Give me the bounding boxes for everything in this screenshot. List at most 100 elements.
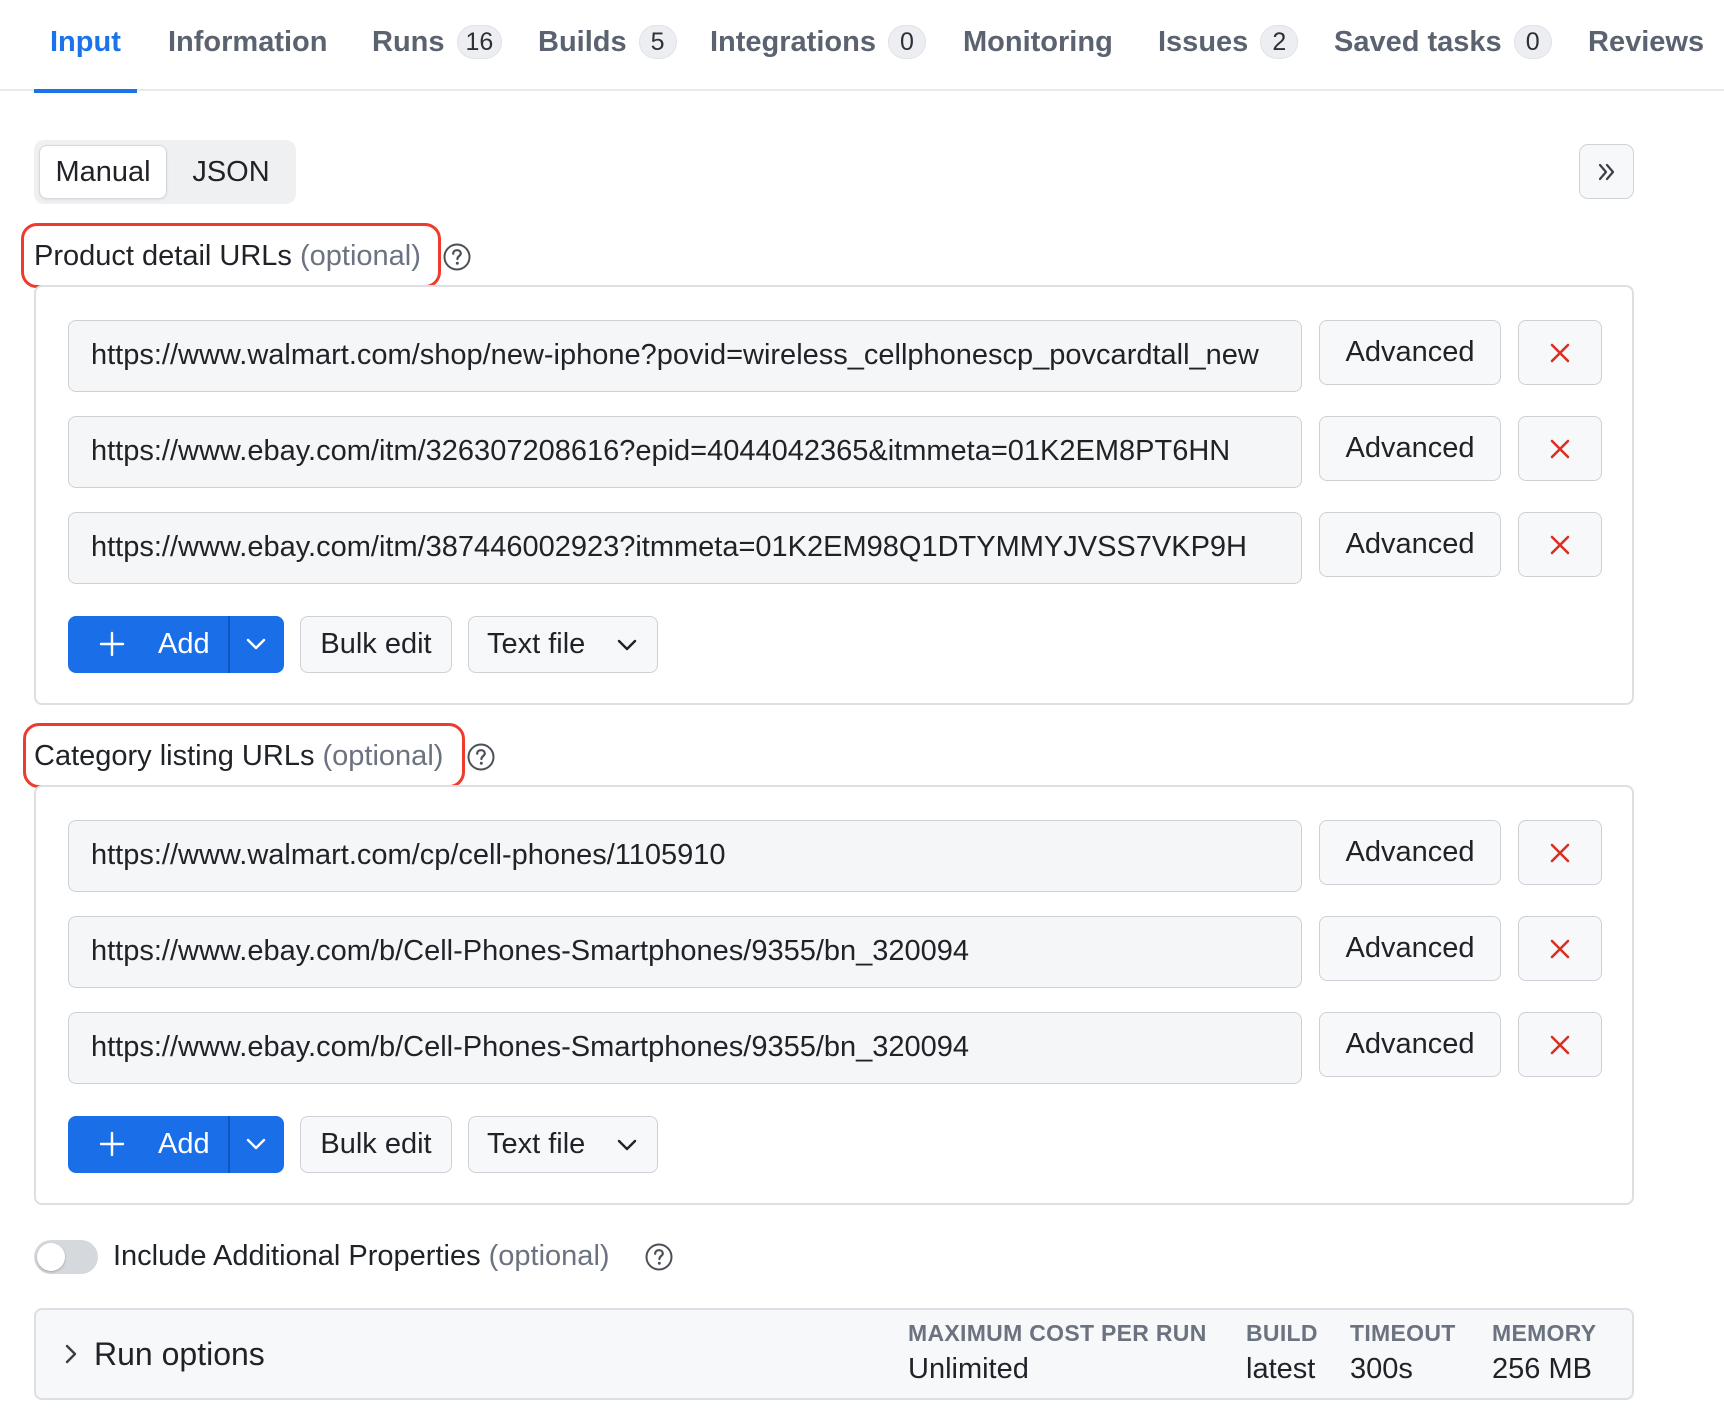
text-file-label: Text file (487, 1128, 586, 1160)
meta-value: 300s (1350, 1353, 1413, 1385)
button-divider (228, 616, 230, 673)
chevron-down-icon[interactable] (244, 1132, 268, 1156)
tab-count-badge: 16 (456, 25, 503, 59)
url-input[interactable]: https://www.ebay.com/b/Cell-Phones-Smart… (68, 916, 1302, 988)
tab-label: Reviews (1588, 26, 1705, 58)
add-label: Add (158, 628, 210, 660)
json-mode-button[interactable]: JSON (172, 145, 290, 199)
tab-runs[interactable]: Runs 16 (372, 25, 503, 91)
help-icon[interactable] (644, 1242, 674, 1272)
advanced-button[interactable]: Advanced (1319, 916, 1501, 981)
advanced-button[interactable]: Advanced (1319, 1012, 1501, 1077)
tab-input[interactable]: Input (34, 26, 137, 93)
close-icon (1550, 843, 1570, 862)
tab-saved-tasks[interactable]: Saved tasks 0 (1334, 25, 1552, 91)
text-file-button[interactable]: Text file (468, 616, 658, 673)
optional-tag: (optional) (299, 240, 421, 272)
product-urls-panel: https://www.walmart.com/shop/new-iphone?… (34, 285, 1634, 705)
remove-url-button[interactable] (1518, 320, 1602, 385)
additional-properties-toggle[interactable] (34, 1240, 98, 1274)
tab-label: Integrations (710, 26, 876, 58)
tab-count-badge: 5 (638, 25, 677, 59)
build-info: BUILD latest (1246, 1320, 1318, 1386)
tab-monitoring[interactable]: Monitoring (963, 26, 1113, 91)
chevron-down-icon[interactable] (244, 632, 268, 656)
url-input[interactable]: https://www.walmart.com/cp/cell-phones/1… (68, 820, 1302, 892)
url-row: https://www.ebay.com/itm/326307208616?ep… (68, 416, 1608, 488)
tab-count-badge: 0 (887, 25, 926, 59)
remove-url-button[interactable] (1518, 916, 1602, 981)
close-icon (1550, 1035, 1570, 1054)
close-icon (1550, 439, 1570, 458)
url-input[interactable]: https://www.ebay.com/b/Cell-Phones-Smart… (68, 1012, 1302, 1084)
meta-value: latest (1246, 1353, 1316, 1385)
advanced-button[interactable]: Advanced (1319, 320, 1501, 385)
chevron-down-icon (617, 1139, 637, 1151)
meta-label: MEMORY (1492, 1320, 1597, 1346)
remove-url-button[interactable] (1518, 416, 1602, 481)
tab-count-badge: 2 (1260, 25, 1299, 59)
input-mode-toggle: Manual JSON (34, 140, 296, 204)
expand-panel-button[interactable] (1579, 144, 1634, 199)
run-options-title: Run options (94, 1336, 265, 1372)
url-input[interactable]: https://www.ebay.com/itm/326307208616?ep… (68, 416, 1302, 488)
tab-label: Monitoring (963, 26, 1113, 58)
memory-info: MEMORY 256 MB (1492, 1320, 1596, 1386)
max-cost-info: MAXIMUM COST PER RUN Unlimited (908, 1320, 1207, 1386)
meta-label: BUILD (1246, 1320, 1318, 1346)
remove-url-button[interactable] (1518, 820, 1602, 885)
add-url-button[interactable]: Add (68, 616, 284, 673)
help-icon[interactable] (466, 742, 496, 772)
advanced-button[interactable]: Advanced (1319, 512, 1501, 577)
text-file-button[interactable]: Text file (468, 1116, 658, 1173)
section-title: Product detail URLs (34, 240, 292, 272)
tab-count-badge: 0 (1513, 25, 1552, 59)
tab-label: Saved tasks (1334, 26, 1502, 58)
tab-integrations[interactable]: Integrations 0 (710, 25, 926, 91)
category-urls-panel: https://www.walmart.com/cp/cell-phones/1… (34, 785, 1634, 1205)
url-input[interactable]: https://www.walmart.com/shop/new-iphone?… (68, 320, 1302, 392)
url-row: https://www.walmart.com/shop/new-iphone?… (68, 320, 1608, 392)
help-icon[interactable] (442, 242, 472, 272)
manual-mode-button[interactable]: Manual (39, 145, 167, 199)
section-title: Category listing URLs (34, 740, 315, 772)
toggle-title: Include Additional Properties (113, 1240, 481, 1272)
url-row: https://www.ebay.com/itm/387446002923?it… (68, 512, 1608, 584)
double-chevron-right-icon (1598, 163, 1614, 180)
url-row: https://www.ebay.com/b/Cell-Phones-Smart… (68, 1012, 1608, 1084)
advanced-button[interactable]: Advanced (1319, 416, 1501, 481)
tab-information[interactable]: Information (168, 26, 328, 91)
close-icon (1550, 535, 1570, 554)
tab-label: Runs (372, 26, 445, 58)
add-url-button[interactable]: Add (68, 1116, 284, 1173)
tab-label: Information (168, 26, 328, 58)
advanced-button[interactable]: Advanced (1319, 820, 1501, 885)
url-row: https://www.walmart.com/cp/cell-phones/1… (68, 820, 1608, 892)
category-urls-label: Category listing URLs (optional) (34, 740, 443, 773)
url-input[interactable]: https://www.ebay.com/itm/387446002923?it… (68, 512, 1302, 584)
plus-icon (99, 1131, 125, 1157)
run-options-panel[interactable]: Run options MAXIMUM COST PER RUN Unlimit… (34, 1308, 1634, 1400)
meta-value: 256 MB (1492, 1353, 1592, 1385)
tab-builds[interactable]: Builds 5 (538, 25, 677, 91)
optional-tag: (optional) (322, 740, 444, 772)
chevron-down-icon (617, 639, 637, 651)
remove-url-button[interactable] (1518, 1012, 1602, 1077)
meta-value: Unlimited (908, 1353, 1029, 1385)
tab-label: Builds (538, 26, 627, 58)
toggle-knob (37, 1243, 65, 1271)
button-divider (228, 1116, 230, 1173)
meta-label: TIMEOUT (1350, 1320, 1456, 1346)
remove-url-button[interactable] (1518, 512, 1602, 577)
timeout-info: TIMEOUT 300s (1350, 1320, 1456, 1386)
bulk-edit-button[interactable]: Bulk edit (300, 616, 452, 673)
tab-label: Input (50, 26, 121, 58)
optional-tag: (optional) (488, 1240, 610, 1272)
product-urls-label: Product detail URLs (optional) (34, 240, 421, 273)
url-row: https://www.ebay.com/b/Cell-Phones-Smart… (68, 916, 1608, 988)
close-icon (1550, 939, 1570, 958)
tab-issues[interactable]: Issues 2 (1158, 25, 1299, 91)
additional-properties-label: Include Additional Properties (optional) (113, 1240, 610, 1273)
bulk-edit-button[interactable]: Bulk edit (300, 1116, 452, 1173)
tab-reviews[interactable]: Reviews (1588, 26, 1704, 91)
